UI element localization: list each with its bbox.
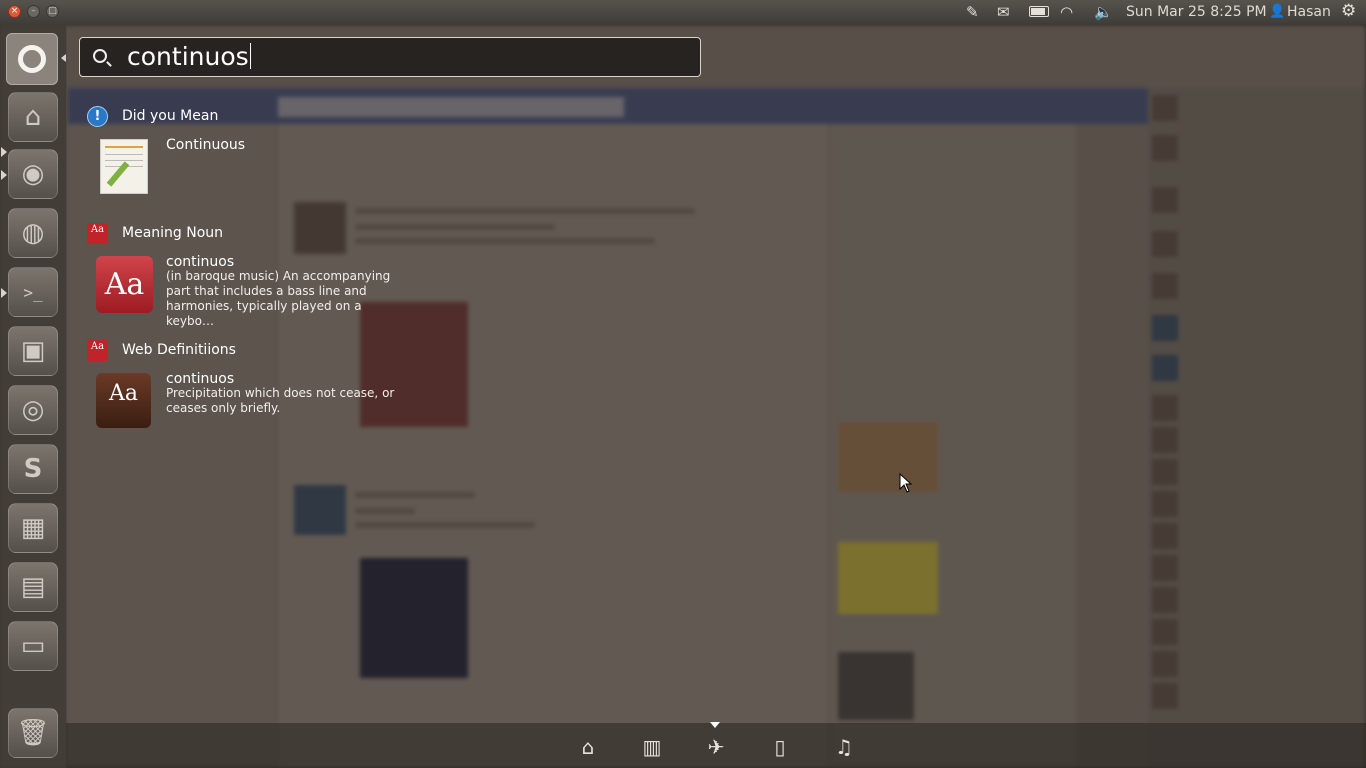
home-folder-icon[interactable]: ⌂ (8, 92, 58, 142)
files-lens-icon[interactable]: ▯ (769, 736, 791, 758)
launcher-arrow-icon (61, 54, 66, 62)
result-description: (in baroque music) An accompanying part … (166, 269, 391, 328)
gear-icon[interactable]: ⚙ (1341, 1, 1356, 21)
thunderbird-icon[interactable]: ◎ (8, 385, 58, 435)
dictionary-book-icon: Aa (96, 373, 151, 428)
category-title: Did you Mean (122, 108, 219, 124)
result-title: Continuous (166, 137, 246, 153)
running-indicator (1, 170, 7, 180)
skype-icon[interactable]: S (8, 444, 58, 494)
clock[interactable]: Sun Mar 25 8:25 PM (1126, 0, 1267, 25)
chromium-icon[interactable]: ◉ (8, 149, 58, 199)
applications-lens-icon[interactable]: ▥ (641, 736, 663, 758)
text-editor-icon (100, 139, 148, 194)
trash-icon[interactable]: 🗑 (8, 708, 58, 758)
category-title: Meaning Noun (122, 225, 224, 241)
top-panel: × – □ ✎ ✉ ◠ 🔈 Sun Mar 25 8:25 PM 👤 Hasan… (0, 0, 1366, 25)
running-indicator (1, 147, 7, 157)
close-icon[interactable]: × (8, 5, 21, 18)
maximize-icon[interactable]: □ (46, 5, 59, 18)
drive-icon[interactable]: ▭ (8, 621, 58, 671)
mouse-pointer-icon (899, 473, 913, 493)
text-caret (249, 43, 251, 69)
user-name[interactable]: Hasan (1287, 0, 1331, 25)
workspace-switcher-icon[interactable]: ▦ (8, 503, 58, 553)
result-description: Precipitation which does not cease, or c… (166, 386, 395, 415)
mail-icon[interactable]: ✉ (997, 3, 1010, 21)
launcher: ⌂ ◉ ◍ >_ ▣ ◎ S ▦ ▤ ▭ 🗑 (0, 25, 67, 768)
firefox-icon[interactable]: ◍ (8, 208, 58, 258)
volume-icon[interactable]: 🔈 (1094, 3, 1113, 21)
search-input[interactable]: continuos (127, 42, 251, 71)
edit-icon[interactable]: ✎ (966, 3, 979, 21)
search-icon (93, 49, 107, 63)
music-lens-icon[interactable]: ♫ (833, 736, 855, 758)
dictionary-icon: Aa (87, 340, 108, 361)
battery-icon[interactable] (1029, 6, 1049, 17)
ubuntu-logo-icon (18, 45, 46, 73)
info-icon: ! (87, 106, 108, 127)
dictionary-lens-icon[interactable]: ✈ (705, 736, 727, 758)
wifi-icon[interactable]: ◠ (1060, 3, 1073, 21)
dash-search-bar[interactable]: continuos (79, 37, 701, 77)
result-title: continuos (166, 371, 235, 387)
result-title: continuos (166, 254, 235, 270)
active-lens-indicator (710, 722, 720, 728)
minimize-icon[interactable]: – (27, 5, 40, 18)
dictionary-icon: Aa (96, 256, 153, 313)
category-title: Web Definitiions (122, 342, 236, 358)
dash-home-button[interactable] (6, 33, 58, 85)
home-lens-icon[interactable]: ⌂ (577, 736, 599, 758)
running-indicator (1, 288, 7, 298)
window-spread-icon[interactable]: ▤ (8, 562, 58, 612)
dictionary-icon: Aa (87, 223, 108, 244)
user-icon: 👤 (1269, 4, 1286, 19)
terminal-icon[interactable]: >_ (8, 267, 58, 317)
software-center-icon[interactable]: ▣ (8, 326, 58, 376)
